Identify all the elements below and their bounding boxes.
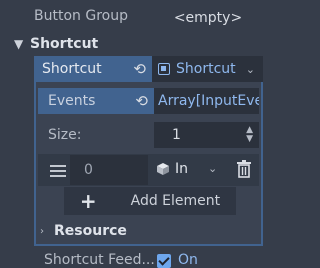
object-icon [157,163,169,175]
trash-icon[interactable] [236,160,252,178]
size-spinbox[interactable]: 1 ▲ ▼ [154,122,259,148]
add-element-button[interactable]: + Add Element [64,187,236,215]
chevron-down-icon[interactable]: ⌄ [208,162,217,175]
shortcut-section-header[interactable]: ▼ Shortcut [14,33,98,55]
events-property-name: Events ⟲ [38,88,154,114]
shortcut-property-name: Shortcut ⟲ [34,56,152,82]
array-index-field[interactable]: 0 [70,155,148,185]
shortcut-resource-label: Shortcut [176,61,236,77]
size-value: 1 [172,127,181,143]
size-label: Size: [48,127,82,143]
events-array-value: Array[InputEve [158,93,259,109]
shortcut-section-title: Shortcut [30,36,99,52]
spinner-icon[interactable]: ▲ ▼ [246,126,253,144]
resource-section-title: Resource [54,223,127,239]
shortcut-property-label: Shortcut [42,61,102,77]
chevron-down-icon: ▼ [14,37,24,51]
events-array-button[interactable]: Array[InputEve [154,88,259,114]
plus-icon: + [79,189,97,213]
events-property-label: Events [48,93,96,109]
resource-section-header[interactable]: › Resource [40,220,127,242]
resource-icon [158,63,170,75]
button-group-value-text: <empty> [173,10,243,26]
drag-handle-icon[interactable] [50,162,66,178]
button-group-value[interactable]: <empty> [158,6,258,30]
button-group-label: Button Group [34,8,128,24]
add-element-label: Add Element [130,193,221,209]
chevron-down-icon[interactable]: ⌄ [246,63,255,76]
revert-icon[interactable]: ⟲ [135,92,148,110]
revert-icon[interactable]: ⟲ [133,60,146,78]
shortcut-resource-picker[interactable]: Shortcut ⌄ [152,56,263,82]
chevron-right-icon: › [40,225,44,237]
array-item-type[interactable]: In [175,161,188,177]
array-index-value: 0 [84,162,93,178]
